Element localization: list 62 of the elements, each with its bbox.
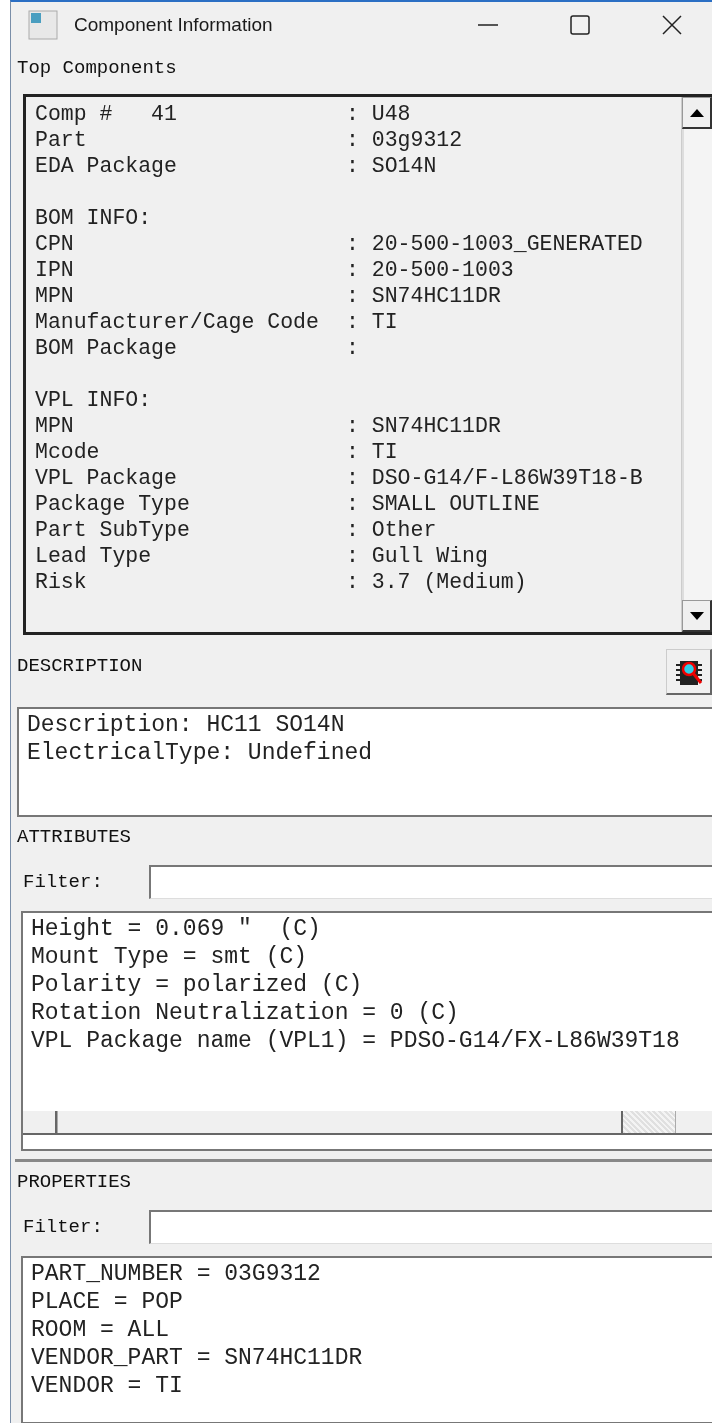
text-line: VPL Package name (VPL1) = PDSO-G14/FX-L86W39T18	[31, 1027, 681, 1055]
text-line: Mount Type = smt (C)	[31, 943, 309, 971]
text-line: VENDOR = TI	[31, 1372, 184, 1400]
text-line: ElectricalType: Undefined	[27, 739, 374, 767]
field-label: EDA Package	[35, 153, 178, 179]
maximize-icon	[569, 14, 591, 36]
field-value: : 20-500-1003	[346, 257, 514, 283]
section-label: ATTRIBUTES	[17, 826, 132, 848]
field-value: : SMALL OUTLINE	[346, 491, 540, 517]
app-icon	[28, 10, 58, 40]
field-label: Manufacturer/Cage Code	[35, 309, 320, 335]
section-heading: BOM INFO:	[35, 205, 152, 231]
field-value: : TI	[346, 439, 398, 465]
filter-label: Filter:	[23, 871, 104, 893]
field-label: Part	[35, 127, 88, 153]
text-line: Rotation Neutralization = 0 (C)	[31, 999, 460, 1027]
window-title: Component Information	[74, 14, 274, 36]
field-label: IPN	[35, 257, 75, 283]
field-label: Package Type	[35, 491, 191, 517]
up-arrow-icon	[689, 108, 704, 117]
field-value: : 03g9312	[346, 127, 463, 153]
field-value: : TI	[346, 309, 398, 335]
text-line: PLACE = POP	[31, 1288, 184, 1316]
minimize-icon	[477, 24, 499, 26]
field-label: MPN	[35, 283, 75, 309]
section-label: Top Components	[17, 57, 177, 79]
section-label: PROPERTIES	[17, 1171, 132, 1193]
text-line: PART_NUMBER = 03G9312	[31, 1260, 322, 1288]
field-label: Part SubType	[35, 517, 191, 543]
field-value: : Gull Wing	[346, 543, 488, 569]
field-label: Lead Type	[35, 543, 153, 569]
field-value: : SN74HC11DR	[346, 413, 501, 439]
field-label: Mcode	[35, 439, 101, 465]
field-value: : DSO-G14/F-L86W39T18-B	[346, 465, 643, 491]
text-line: Height = 0.069 " (C)	[31, 915, 322, 943]
text-line: ROOM = ALL	[31, 1316, 171, 1344]
field-value: : U48	[346, 101, 411, 127]
field-label: VPL Package	[35, 465, 178, 491]
text-line: Description: HC11 SO14N	[27, 711, 346, 739]
text-line: Polarity = polarized (C)	[31, 971, 364, 999]
text-line: VENDOR_PART = SN74HC11DR	[31, 1344, 364, 1372]
field-value: : SN74HC11DR	[346, 283, 501, 309]
field-label: BOM Package	[35, 335, 178, 361]
section-label: DESCRIPTION	[17, 655, 144, 677]
horizontal-scrollbar[interactable]	[23, 1111, 712, 1135]
field-value: : Other	[346, 517, 437, 543]
close-icon	[661, 14, 683, 36]
field-value: : SO14N	[346, 153, 437, 179]
field-value: :	[346, 335, 359, 361]
down-arrow-icon	[689, 611, 704, 620]
field-label: Comp # 41	[35, 101, 178, 127]
chip-search-button[interactable]	[666, 649, 712, 695]
field-label: MPN	[35, 413, 75, 439]
filter-field[interactable]	[149, 1210, 712, 1244]
filter-field[interactable]	[149, 865, 712, 899]
field-label: CPN	[35, 231, 75, 257]
filter-label: Filter:	[23, 1216, 104, 1238]
field-label: Risk	[35, 569, 88, 595]
field-value: : 3.7 (Medium)	[346, 569, 527, 595]
field-value: : 20-500-1003_GENERATED	[346, 231, 643, 257]
vertical-scrollbar[interactable]	[681, 97, 712, 632]
section-heading: VPL INFO:	[35, 387, 152, 413]
